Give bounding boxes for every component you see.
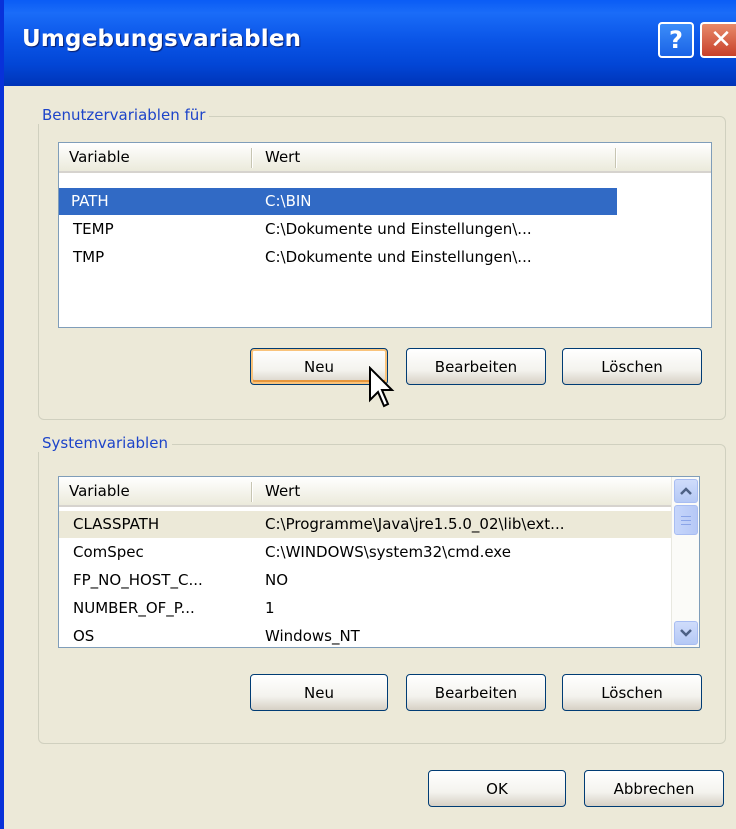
mouse-cursor-icon: [369, 366, 395, 408]
list-row-classpath[interactable]: CLASSPATH C:\Programme\Java\jre1.5.0_02\…: [59, 511, 671, 538]
row-variable: ComSpec: [73, 543, 144, 561]
system-variables-list[interactable]: Variable Wert CLASSPATH C:\Programme\Jav…: [58, 476, 700, 648]
ok-button[interactable]: OK: [428, 770, 566, 807]
column-divider[interactable]: [615, 148, 617, 168]
column-header-value[interactable]: Wert: [255, 477, 655, 505]
row-value: C:\Dokumente und Einstellungen\...: [265, 248, 532, 266]
help-button[interactable]: ?: [658, 22, 694, 58]
list-row-path[interactable]: PATH C:\BIN: [59, 188, 617, 215]
list-row-number-of-processors[interactable]: NUMBER_OF_P... 1: [59, 595, 671, 622]
window-title: Umgebungsvariablen: [22, 26, 302, 52]
chevron-up-icon: [680, 487, 692, 495]
column-header-variable[interactable]: Variable: [59, 477, 253, 505]
scroll-thumb[interactable]: [674, 505, 698, 535]
help-icon: ?: [669, 26, 683, 54]
list-row-os[interactable]: OS Windows_NT: [59, 623, 671, 647]
vertical-scrollbar[interactable]: [671, 477, 699, 647]
row-value: C:\Dokumente und Einstellungen\...: [265, 220, 532, 238]
row-value: C:\BIN: [265, 192, 312, 210]
user-variables-list[interactable]: Variable Wert PATH C:\BIN TEMP C:\Dokume…: [58, 142, 712, 328]
row-value: C:\Programme\Java\jre1.5.0_02\lib\ext...: [265, 515, 565, 533]
list-header: Variable Wert: [59, 477, 671, 507]
row-value: 1: [265, 599, 275, 617]
row-variable: CLASSPATH: [73, 515, 160, 533]
list-header: Variable Wert: [59, 143, 711, 173]
cancel-button[interactable]: Abbrechen: [584, 770, 724, 807]
column-header-value[interactable]: Wert: [255, 143, 615, 171]
row-variable: OS: [73, 627, 95, 645]
system-edit-button[interactable]: Bearbeiten: [406, 674, 546, 711]
title-bar[interactable]: Umgebungsvariablen ? ✕: [4, 0, 736, 86]
row-variable: TMP: [73, 248, 105, 266]
row-variable: PATH: [71, 192, 109, 210]
user-variables-group-label: Benutzervariablen für: [38, 106, 210, 124]
close-button[interactable]: ✕: [700, 22, 736, 58]
system-variables-group-label: Systemvariablen: [38, 434, 172, 452]
chevron-down-icon: [680, 629, 692, 637]
scroll-down-button[interactable]: [674, 621, 698, 645]
scroll-up-button[interactable]: [674, 479, 698, 503]
column-divider[interactable]: [251, 148, 253, 168]
column-header-variable[interactable]: Variable: [59, 143, 253, 171]
system-delete-button[interactable]: Löschen: [562, 674, 702, 711]
system-new-button[interactable]: Neu: [250, 674, 388, 711]
row-variable: TEMP: [73, 220, 114, 238]
row-value: Windows_NT: [265, 627, 360, 645]
row-variable: NUMBER_OF_P...: [73, 599, 195, 617]
list-row-temp[interactable]: TEMP C:\Dokumente und Einstellungen\...: [59, 216, 659, 243]
column-divider[interactable]: [251, 482, 253, 502]
environment-variables-dialog: Umgebungsvariablen ? ✕ Benutzervariablen…: [0, 0, 736, 829]
row-value: C:\WINDOWS\system32\cmd.exe: [265, 543, 511, 561]
row-variable: FP_NO_HOST_C...: [73, 571, 203, 589]
row-value: NO: [265, 571, 289, 589]
list-row-comspec[interactable]: ComSpec C:\WINDOWS\system32\cmd.exe: [59, 539, 671, 566]
user-edit-button[interactable]: Bearbeiten: [406, 348, 546, 385]
list-row-fp-no-host[interactable]: FP_NO_HOST_C... NO: [59, 567, 671, 594]
list-row-tmp[interactable]: TMP C:\Dokumente und Einstellungen\...: [59, 244, 659, 271]
close-icon: ✕: [710, 25, 732, 55]
user-delete-button[interactable]: Löschen: [562, 348, 702, 385]
